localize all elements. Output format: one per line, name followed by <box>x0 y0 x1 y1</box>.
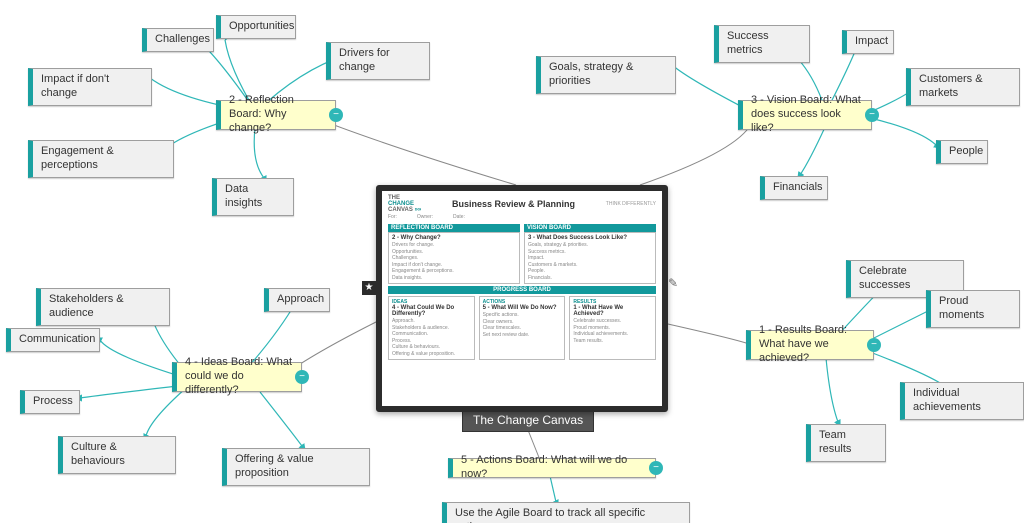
leaf-label: Data insights <box>225 183 285 211</box>
leaf-label: Drivers for change <box>339 47 421 75</box>
leaf-label: Financials <box>773 181 823 195</box>
leaf-impact-if[interactable]: Impact if don't change <box>28 68 152 106</box>
branch-reflection-board[interactable]: 2 - Reflection Board: Why change?− <box>216 100 336 130</box>
leaf-label: Proud moments <box>939 295 1011 323</box>
leaf-label: Offering & value proposition <box>235 453 361 481</box>
collapse-icon[interactable]: − <box>867 338 881 352</box>
leaf-label: Team results <box>819 429 877 457</box>
branch-label: 4 - Ideas Board: What could we do differ… <box>185 356 293 397</box>
doc-meta: For:Owner:Date: <box>388 214 656 220</box>
leaf-label: Stakeholders & audience <box>49 293 161 321</box>
leaf-stakeholders[interactable]: Stakeholders & audience <box>36 288 170 326</box>
leaf-label: Challenges <box>155 33 210 47</box>
leaf-label: Goals, strategy & priorities <box>549 61 667 89</box>
leaf-label: Process <box>33 395 73 409</box>
doc-actions: ACTIONS 5 - What Will We Do Now? Specifi… <box>479 296 566 360</box>
collapse-icon[interactable]: − <box>649 461 663 475</box>
leaf-label: Approach <box>277 293 324 307</box>
collapse-icon[interactable]: − <box>329 108 343 122</box>
leaf-communication[interactable]: Communication <box>6 328 100 352</box>
doc-vision: 3 - What Does Success Look Like? Goals, … <box>524 232 656 284</box>
leaf-drivers[interactable]: Drivers for change <box>326 42 430 80</box>
leaf-impact[interactable]: Impact <box>842 30 894 54</box>
leaf-engagement[interactable]: Engagement & perceptions <box>28 140 174 178</box>
leaf-challenges[interactable]: Challenges <box>142 28 214 52</box>
branch-results-board[interactable]: 1 - Results Board: What have we achieved… <box>746 330 874 360</box>
leaf-people[interactable]: People <box>936 140 988 164</box>
leaf-culture[interactable]: Culture & behaviours <box>58 436 176 474</box>
doc-brand: THINK DIFFERENTLY <box>606 201 656 207</box>
doc-results: RESULTS 1 - What Have We Achieved? Celeb… <box>569 296 656 360</box>
doc-ideas: IDEAS 4 - What Could We Do Differently? … <box>388 296 475 360</box>
doc-logo: THECHANGECANVAS »» <box>388 195 421 213</box>
leaf-label: Celebrate successes <box>859 265 955 293</box>
leaf-label: Individual achievements <box>913 387 1015 415</box>
leaf-label: Success metrics <box>727 30 801 58</box>
mindmap-canvas[interactable]: 2 - Reflection Board: Why change?− Oppor… <box>0 0 1024 523</box>
leaf-success-metrics[interactable]: Success metrics <box>714 25 810 63</box>
leaf-label: Impact if don't change <box>41 73 143 101</box>
doc-reflection: 2 - Why Change? Drivers for change.Oppor… <box>388 232 520 284</box>
branch-label: 2 - Reflection Board: Why change? <box>229 94 327 135</box>
branch-label: 5 - Actions Board: What will we do now? <box>461 454 647 482</box>
leaf-label: Culture & behaviours <box>71 441 167 469</box>
branch-ideas-board[interactable]: 4 - Ideas Board: What could we do differ… <box>172 362 302 392</box>
leaf-data-insights[interactable]: Data insights <box>212 178 294 216</box>
branch-label: 1 - Results Board: What have we achieved… <box>759 324 865 365</box>
doc-title: Business Review & Planning <box>452 199 575 209</box>
root-title-text: The Change Canvas <box>473 413 583 427</box>
pen-icon[interactable]: ✎ <box>668 276 678 290</box>
leaf-label: Impact <box>855 35 888 49</box>
leaf-individual[interactable]: Individual achievements <box>900 382 1024 420</box>
leaf-offering[interactable]: Offering & value proposition <box>222 448 370 486</box>
leaf-label: Use the Agile Board to track all specifi… <box>455 507 681 523</box>
central-document[interactable]: ✎ THECHANGECANVAS »» Business Review & P… <box>376 185 668 412</box>
leaf-approach[interactable]: Approach <box>264 288 330 312</box>
leaf-label: Communication <box>19 333 95 347</box>
leaf-team[interactable]: Team results <box>806 424 886 462</box>
collapse-icon[interactable]: − <box>865 108 879 122</box>
sec-bar-vision: VISION BOARD <box>524 224 656 232</box>
collapse-icon[interactable]: − <box>295 370 309 384</box>
leaf-label: Engagement & perceptions <box>41 145 165 173</box>
sec-bar-reflection: REFLECTION BOARD <box>388 224 520 232</box>
doc-inner: THECHANGECANVAS »» Business Review & Pla… <box>382 191 662 406</box>
branch-vision-board[interactable]: 3 - Vision Board: What does success look… <box>738 100 872 130</box>
leaf-financials[interactable]: Financials <box>760 176 828 200</box>
leaf-proud[interactable]: Proud moments <box>926 290 1020 328</box>
leaf-opportunities[interactable]: Opportunities <box>216 15 296 39</box>
branch-actions-board[interactable]: 5 - Actions Board: What will we do now?− <box>448 458 656 478</box>
leaf-process[interactable]: Process <box>20 390 80 414</box>
sec-bar-progress: PROGRESS BOARD <box>388 286 656 294</box>
leaf-label: Customers & markets <box>919 73 1011 101</box>
leaf-agile[interactable]: Use the Agile Board to track all specifi… <box>442 502 690 523</box>
leaf-label: Opportunities <box>229 20 294 34</box>
leaf-customers[interactable]: Customers & markets <box>906 68 1020 106</box>
leaf-goals[interactable]: Goals, strategy & priorities <box>536 56 676 94</box>
branch-label: 3 - Vision Board: What does success look… <box>751 94 863 135</box>
leaf-label: People <box>949 145 983 159</box>
